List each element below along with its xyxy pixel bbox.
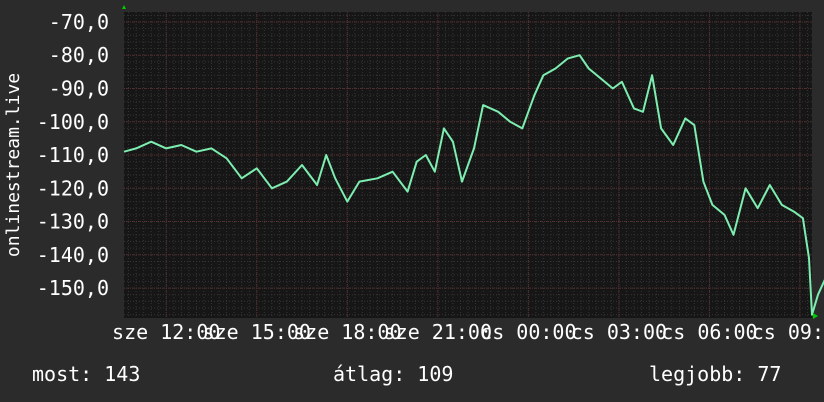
y-axis-label: onlinestream.live — [3, 73, 24, 257]
y-axis-arrow-icon — [122, 5, 126, 9]
stat-best: legjobb: 77 — [649, 362, 782, 386]
stat-average: átlag: 109 — [333, 362, 454, 386]
y-tick-label: -130,0 — [37, 210, 109, 234]
y-tick-label: -110,0 — [37, 143, 109, 167]
y-tick-label: -100,0 — [37, 110, 109, 134]
y-tick-label: -70,0 — [49, 10, 109, 34]
x-axis-arrow-icon — [813, 313, 818, 319]
y-tick-label: -90,0 — [49, 77, 109, 101]
x-tick-label: cs 03:00 — [571, 320, 667, 344]
y-tick-label: -120,0 — [37, 176, 109, 200]
x-axis-tick-labels: sze 12:00sze 15:00sze 18:00sze 21:00cs 0… — [112, 320, 824, 344]
y-tick-label: -150,0 — [37, 276, 109, 300]
y-axis-tick-labels: -70,0 -80,0 -90,0 -100,0 -110,0 -120,0 -130,0 -… — [37, 10, 109, 300]
x-tick-label: cs 09:00 — [752, 320, 824, 344]
x-tick-label: cs 00:00 — [480, 320, 576, 344]
line-chart: -70,0 -80,0 -90,0 -100,0 -110,0 -120,0 -130,0 -… — [3, 5, 824, 344]
x-tick-label: sze 21:00 — [384, 320, 492, 344]
y-tick-label: -140,0 — [37, 243, 109, 267]
y-tick-label: -80,0 — [49, 43, 109, 67]
x-tick-label: cs 06:00 — [661, 320, 757, 344]
stat-current: most: 143 — [32, 362, 141, 386]
